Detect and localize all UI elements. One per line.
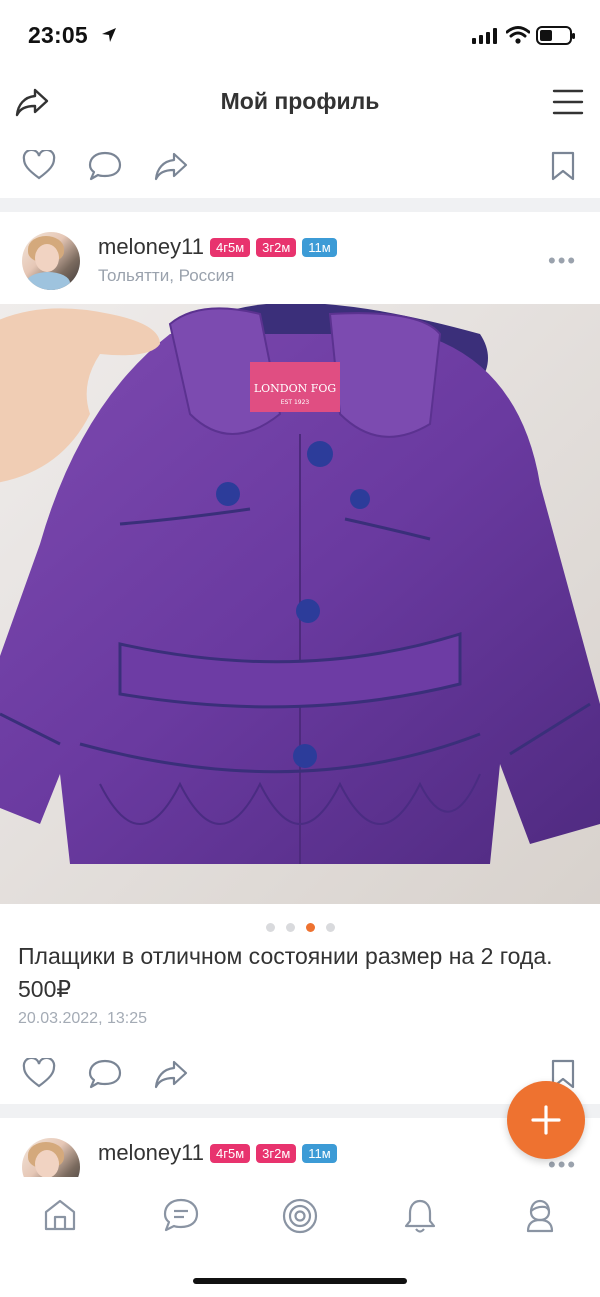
cellular-signal-icon <box>472 28 498 44</box>
child-age-badge: 4г5м <box>210 237 251 257</box>
heart-icon <box>22 150 56 180</box>
bell-icon <box>402 1197 438 1235</box>
tab-notifications[interactable] <box>402 1197 438 1235</box>
location-arrow-icon <box>100 26 118 44</box>
more-options-icon[interactable]: ••• <box>548 248 577 274</box>
battery-icon <box>536 25 576 47</box>
home-icon <box>42 1197 78 1233</box>
page-title: Мой профиль <box>220 88 380 114</box>
comment-button[interactable] <box>88 150 122 182</box>
post-author-row: meloney11 4г5м 3г2м 11м <box>98 234 337 260</box>
comment-button[interactable] <box>88 1058 122 1090</box>
like-button[interactable] <box>22 1058 56 1088</box>
messages-icon <box>162 1197 200 1233</box>
heart-icon <box>22 1058 56 1088</box>
bookmark-button[interactable] <box>550 150 576 182</box>
post-location: Тольятти, Россия <box>98 266 235 285</box>
carousel-indicator <box>0 923 600 932</box>
add-post-button[interactable] <box>507 1081 585 1159</box>
comment-icon <box>88 1058 122 1090</box>
username[interactable]: meloney11 <box>98 1140 204 1166</box>
post-caption: Плащики в отличном состоянии размер на 2… <box>18 943 553 1002</box>
tab-home[interactable] <box>42 1197 78 1233</box>
username[interactable]: meloney11 <box>98 234 204 260</box>
wifi-icon <box>506 25 530 45</box>
post-separator <box>0 198 600 212</box>
carousel-dot[interactable] <box>325 923 335 932</box>
avatar[interactable] <box>22 232 80 290</box>
share-button[interactable] <box>153 150 189 182</box>
share-icon <box>153 150 189 182</box>
tab-feed[interactable] <box>281 1197 319 1235</box>
brand-label: LONDON FOG <box>254 382 336 395</box>
child-age-badge: 11м <box>302 237 337 257</box>
child-age-badge: 4г5м <box>210 1143 251 1163</box>
child-age-badge: 11м <box>302 1143 337 1163</box>
profile-icon <box>521 1197 559 1235</box>
post-photo[interactable]: LONDON FOG EST 1923 <box>0 304 600 904</box>
like-button[interactable] <box>22 150 56 180</box>
bookmark-icon <box>550 150 576 182</box>
child-age-badge: 3г2м <box>256 1143 297 1163</box>
carousel-dot[interactable] <box>265 923 275 932</box>
tab-messages[interactable] <box>162 1197 200 1233</box>
post-date: 20.03.2022, 13:25 <box>18 1010 148 1027</box>
carousel-dot[interactable] <box>285 923 295 932</box>
share-icon <box>153 1058 189 1090</box>
post-author-row: meloney11 4г5м 3г2м 11м <box>98 1140 337 1166</box>
child-age-badge: 3г2м <box>256 237 297 257</box>
carousel-dot-active[interactable] <box>305 923 315 932</box>
share-button[interactable] <box>153 1058 189 1090</box>
home-indicator <box>193 1278 407 1284</box>
tab-profile[interactable] <box>521 1197 559 1235</box>
comment-icon <box>88 150 122 182</box>
status-time: 23:05 <box>28 22 88 48</box>
avatar[interactable] <box>22 1138 80 1177</box>
menu-icon[interactable] <box>552 88 584 116</box>
plus-icon <box>530 1104 562 1136</box>
target-icon <box>281 1197 319 1235</box>
brand-label-sub: EST 1923 <box>281 399 310 406</box>
